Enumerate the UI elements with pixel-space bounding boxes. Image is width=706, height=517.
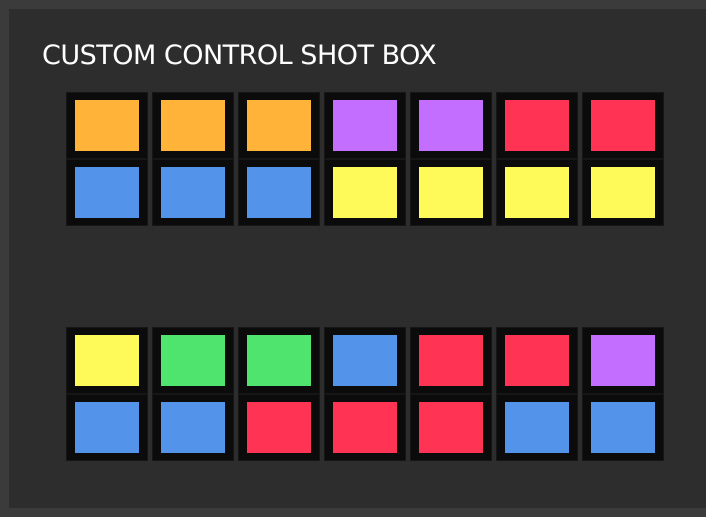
shot-button[interactable]: [496, 92, 578, 159]
shot-button[interactable]: [496, 327, 578, 394]
shot-button-color: [591, 100, 655, 151]
shot-button[interactable]: [582, 394, 664, 461]
shot-button[interactable]: [152, 327, 234, 394]
shot-button[interactable]: [324, 394, 406, 461]
shot-button[interactable]: [410, 92, 492, 159]
shot-button-color: [247, 167, 311, 218]
shot-button[interactable]: [324, 159, 406, 226]
shot-button-color: [505, 335, 569, 386]
shot-button[interactable]: [238, 327, 320, 394]
shot-button[interactable]: [410, 327, 492, 394]
shot-button[interactable]: [324, 327, 406, 394]
shot-button[interactable]: [66, 394, 148, 461]
shot-button-color: [419, 167, 483, 218]
shot-button[interactable]: [152, 159, 234, 226]
shot-button-color: [505, 100, 569, 151]
shot-button[interactable]: [152, 394, 234, 461]
shot-button-color: [591, 402, 655, 453]
shot-button[interactable]: [496, 394, 578, 461]
shot-button[interactable]: [66, 92, 148, 159]
shot-button-color: [75, 167, 139, 218]
shot-button-color: [161, 167, 225, 218]
shot-button[interactable]: [582, 159, 664, 226]
shot-button-color: [75, 335, 139, 386]
shot-button-color: [591, 167, 655, 218]
shot-button[interactable]: [582, 327, 664, 394]
shot-button-group-1: [66, 92, 664, 226]
shot-button-color: [333, 335, 397, 386]
shot-button-color: [419, 335, 483, 386]
shot-button-color: [161, 100, 225, 151]
shot-button[interactable]: [66, 327, 148, 394]
shot-button[interactable]: [410, 394, 492, 461]
shot-button-group-2: [66, 327, 664, 461]
shot-button[interactable]: [152, 92, 234, 159]
shot-button-color: [419, 402, 483, 453]
shot-button-color: [505, 167, 569, 218]
shot-button[interactable]: [496, 159, 578, 226]
shot-button[interactable]: [582, 92, 664, 159]
shot-button[interactable]: [238, 394, 320, 461]
shot-button-color: [505, 402, 569, 453]
shot-button-color: [161, 402, 225, 453]
shot-button-color: [333, 167, 397, 218]
shot-button-color: [247, 100, 311, 151]
panel-title: CUSTOM CONTROL SHOT BOX: [42, 40, 437, 71]
shot-button-color: [419, 100, 483, 151]
shot-button[interactable]: [410, 159, 492, 226]
shot-button-color: [333, 402, 397, 453]
shot-button-color: [591, 335, 655, 386]
shot-button[interactable]: [238, 92, 320, 159]
shot-button[interactable]: [238, 159, 320, 226]
shot-button-color: [75, 100, 139, 151]
shot-button-color: [161, 335, 225, 386]
shot-button-color: [75, 402, 139, 453]
shot-button[interactable]: [324, 92, 406, 159]
shot-button[interactable]: [66, 159, 148, 226]
shot-button-color: [247, 335, 311, 386]
shot-button-color: [333, 100, 397, 151]
shot-button-color: [247, 402, 311, 453]
